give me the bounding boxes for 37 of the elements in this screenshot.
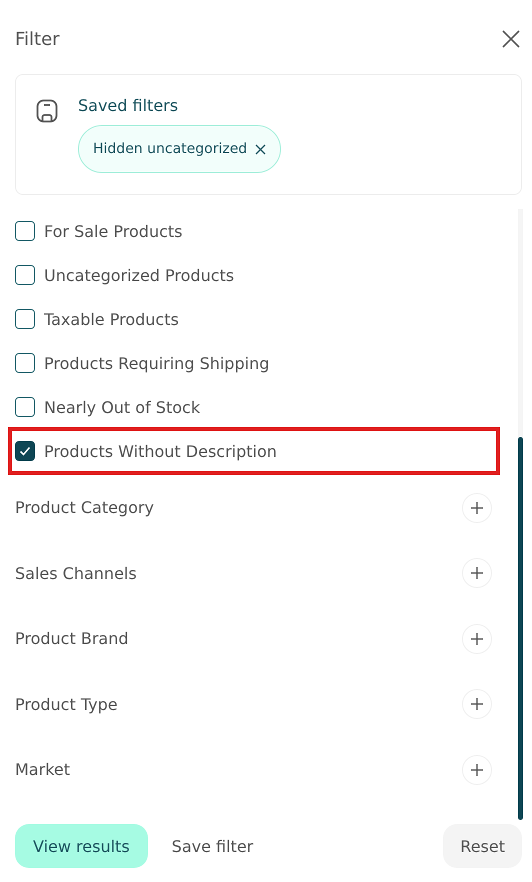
section-label: Sales Channels — [15, 564, 137, 583]
view-results-button[interactable]: View results — [15, 824, 148, 868]
section-label: Product Brand — [15, 629, 128, 648]
expand-plus-icon[interactable] — [462, 689, 492, 720]
remove-icon[interactable] — [255, 144, 266, 154]
option-label: Products Requiring Shipping — [44, 354, 270, 372]
reset-button[interactable]: Reset — [443, 824, 522, 868]
expand-plus-icon[interactable] — [462, 492, 492, 523]
highlighted-option-row[interactable]: Products Without Description — [8, 427, 500, 475]
expand-plus-icon[interactable] — [462, 624, 492, 654]
checkbox[interactable] — [15, 353, 35, 373]
checkbox[interactable] — [15, 221, 35, 241]
panel-title: Filter — [15, 28, 60, 50]
option-label: Nearly Out of Stock — [44, 398, 200, 416]
option-row[interactable]: Nearly Out of Stock — [0, 385, 500, 429]
option-label: Taxable Products — [44, 310, 179, 328]
checkbox[interactable] — [15, 309, 35, 329]
option-label: Products Without Description — [44, 442, 277, 460]
saved-filter-chip[interactable]: Hidden uncategorized — [78, 125, 282, 173]
section-label: Product Category — [15, 498, 154, 518]
option-row[interactable]: Taxable Products — [0, 297, 500, 341]
option-row[interactable]: For Sale Products — [0, 209, 500, 253]
save-filter-button[interactable]: Save filter — [158, 836, 268, 856]
option-label: Uncategorized Products — [44, 266, 234, 284]
checkbox[interactable] — [15, 441, 35, 461]
expand-plus-icon[interactable] — [462, 754, 492, 785]
checkbox[interactable] — [15, 265, 35, 285]
option-row[interactable]: Products Requiring Shipping — [0, 341, 500, 385]
checkbox[interactable] — [15, 397, 35, 417]
close-icon[interactable] — [502, 30, 520, 48]
section-label: Product Type — [15, 694, 118, 714]
section-label: Market — [15, 760, 70, 780]
option-label: For Sale Products — [44, 222, 183, 240]
saved-filters-heading: Saved filters — [78, 96, 180, 115]
option-row[interactable]: Uncategorized Products — [0, 253, 500, 297]
expand-plus-icon[interactable] — [462, 558, 492, 588]
checkmark-icon — [19, 446, 31, 456]
